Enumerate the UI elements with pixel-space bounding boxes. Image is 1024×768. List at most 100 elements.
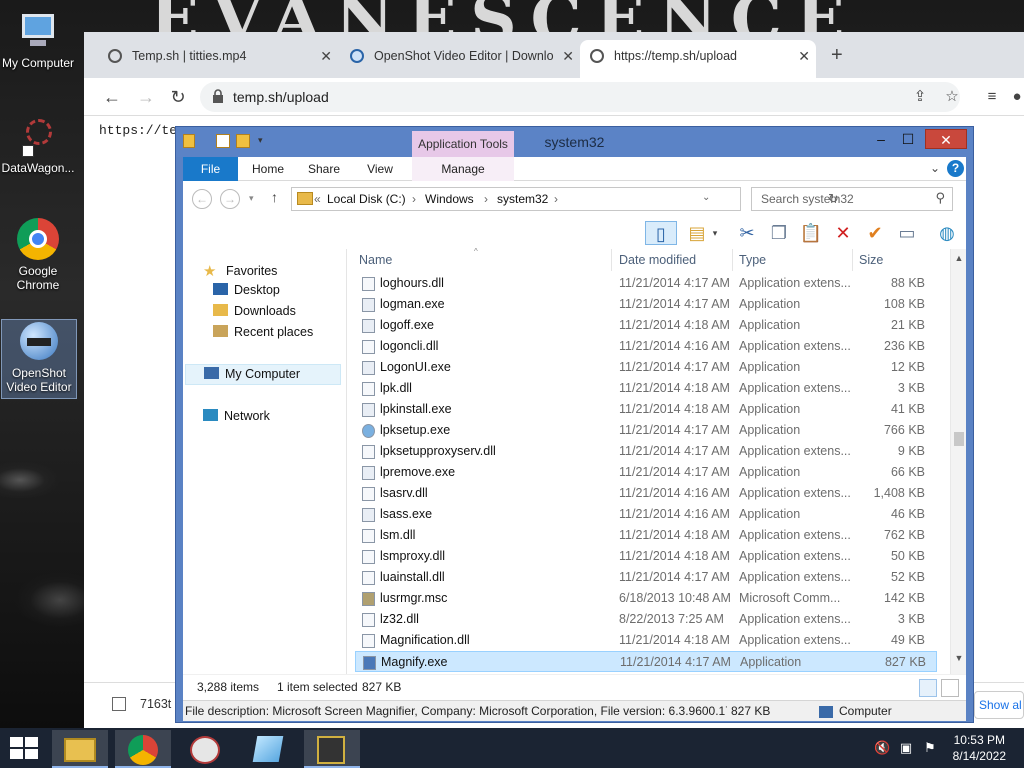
taskbar-chrome[interactable]	[115, 730, 171, 768]
globe-icon[interactable]: ◍	[935, 221, 959, 245]
checkmark-icon[interactable]: ✔	[863, 221, 887, 245]
new-tab-button[interactable]: +	[831, 44, 843, 67]
back-button[interactable]: ←	[98, 83, 126, 111]
file-row[interactable]: lsass.exe 11/21/2014 4:16 AM Application 46…	[355, 504, 937, 525]
scroll-up-icon[interactable]: ▲	[951, 253, 967, 263]
address-bar[interactable]: temp.sh/upload	[200, 82, 960, 112]
file-row-selected[interactable]: Magnify.exe 11/21/2014 4:17 AM Application…	[355, 651, 937, 672]
media-control-icon[interactable]: ≡	[982, 87, 1002, 107]
forward-icon[interactable]: →	[220, 189, 240, 209]
nav-network[interactable]: Network	[203, 409, 270, 423]
column-type[interactable]: Type	[739, 253, 766, 267]
file-row[interactable]: logoff.exe 11/21/2014 4:18 AM Application 2…	[355, 315, 937, 336]
network-icon[interactable]: ▣	[898, 740, 914, 756]
file-row[interactable]: Magnification.dll 11/21/2014 4:18 AM Appli…	[355, 630, 937, 651]
ribbon-tab-share[interactable]: Share	[299, 157, 349, 181]
delete-icon[interactable]: ✕	[831, 221, 855, 245]
taskbar-app[interactable]	[178, 730, 234, 768]
file-row[interactable]: lsm.dll 11/21/2014 4:18 AM Application ext…	[355, 525, 937, 546]
column-divider[interactable]	[732, 249, 733, 271]
nav-downloads[interactable]: Downloads	[213, 304, 296, 318]
desktop-icon-datawagon[interactable]: DataWagon...	[0, 115, 76, 175]
up-icon[interactable]: ↑	[271, 189, 278, 205]
recent-locations-icon[interactable]: ▾	[249, 193, 254, 204]
column-name[interactable]: Name	[359, 253, 392, 267]
ribbon-tab-view[interactable]: View	[355, 157, 405, 181]
nav-my-computer[interactable]: My Computer	[185, 364, 341, 385]
address-dropdown-icon[interactable]: ⌄	[702, 192, 710, 203]
paste-icon[interactable]: 📋	[799, 221, 823, 245]
expand-ribbon-icon[interactable]: ⌄	[930, 161, 940, 175]
tab-temp-sh-upload[interactable]: https://temp.sh/upload ✕	[580, 40, 816, 78]
scroll-down-icon[interactable]: ▼	[951, 653, 967, 663]
file-row[interactable]: LogonUI.exe 11/21/2014 4:17 AM Application…	[355, 357, 937, 378]
breadcrumb-separator[interactable]: ›	[412, 192, 416, 206]
taskbar-cmd[interactable]	[304, 730, 360, 768]
close-tab-icon[interactable]: ✕	[798, 40, 810, 72]
bookmark-star-icon[interactable]: ☆	[942, 87, 962, 107]
file-row[interactable]: luainstall.dll 11/21/2014 4:17 AM Applicat…	[355, 567, 937, 588]
back-icon[interactable]: ←	[192, 189, 212, 209]
preview-pane-icon[interactable]: ▯	[645, 221, 677, 245]
file-row[interactable]: logman.exe 11/21/2014 4:17 AM Application 1…	[355, 294, 937, 315]
file-row[interactable]: lusrmgr.msc 6/18/2013 10:48 AM Microsoft C…	[355, 588, 937, 609]
ribbon-tab-file[interactable]: File	[183, 157, 238, 181]
nav-favorites[interactable]: ★ Favorites	[203, 262, 277, 280]
breadcrumb-windows[interactable]: Windows	[425, 192, 474, 206]
volume-muted-icon[interactable]: 🔇	[874, 740, 890, 756]
close-tab-icon[interactable]: ✕	[320, 40, 332, 72]
column-date-modified[interactable]: Date modified	[619, 253, 696, 267]
vertical-scrollbar[interactable]: ▲ ▼	[950, 249, 966, 700]
ribbon-tab-home[interactable]: Home	[243, 157, 293, 181]
file-row[interactable]: lpremove.exe 11/21/2014 4:17 AM Applicatio…	[355, 462, 937, 483]
maximize-button[interactable]: ☐	[898, 129, 918, 149]
file-row[interactable]: lpkinstall.exe 11/21/2014 4:18 AM Applicat…	[355, 399, 937, 420]
ribbon-tab-manage[interactable]: Manage	[412, 157, 514, 181]
file-row[interactable]: lpk.dll 11/21/2014 4:18 AM Application ext…	[355, 378, 937, 399]
tab-temp-sh-video[interactable]: Temp.sh | titties.mp4 ✕	[98, 40, 338, 78]
scrollbar-thumb[interactable]	[954, 432, 964, 446]
breadcrumb-separator[interactable]: ›	[484, 192, 488, 206]
nav-recent-places[interactable]: Recent places	[213, 325, 313, 339]
desktop-icon-google-chrome[interactable]: Google Chrome	[0, 218, 76, 292]
file-row[interactable]: lsmproxy.dll 11/21/2014 4:18 AM Applicatio…	[355, 546, 937, 567]
breadcrumb-system32[interactable]: system32	[497, 192, 548, 206]
reload-button[interactable]: ↻	[164, 83, 192, 111]
profile-icon[interactable]: ●	[1010, 87, 1024, 107]
close-button[interactable]: ✕	[925, 129, 967, 149]
file-row[interactable]: lpksetup.exe 11/21/2014 4:17 AM Applicatio…	[355, 420, 937, 441]
column-size[interactable]: Size	[859, 253, 883, 267]
file-row[interactable]: lsasrv.dll 11/21/2014 4:16 AM Application …	[355, 483, 937, 504]
share-icon[interactable]: ⇪	[910, 87, 930, 107]
rename-icon[interactable]: ▭	[895, 221, 919, 245]
desktop-icon-openshot[interactable]: OpenShot Video Editor	[1, 319, 77, 399]
clock[interactable]: 10:53 PM 8/14/2022	[953, 732, 1006, 764]
address-path-box[interactable]: « Local Disk (C:) › Windows › system32 ›…	[291, 187, 839, 211]
search-box[interactable]: Search system32 ⚲	[751, 187, 953, 211]
download-item-name[interactable]: 7163t	[140, 697, 171, 711]
title-bar[interactable]: ▾ Application Tools system32 – ☐ ✕	[176, 127, 973, 157]
details-view-button[interactable]	[919, 679, 937, 697]
nav-desktop[interactable]: Desktop	[213, 283, 280, 297]
close-tab-icon[interactable]: ✕	[562, 40, 574, 72]
file-row[interactable]: lz32.dll 8/22/2013 7:25 AM Application ext…	[355, 609, 937, 630]
action-center-icon[interactable]: ⚑	[922, 740, 938, 756]
tab-openshot-download[interactable]: OpenShot Video Editor | Downlo ✕	[340, 40, 580, 78]
help-icon[interactable]: ?	[947, 160, 964, 177]
dropdown-icon[interactable]: ▾	[709, 221, 721, 245]
desktop-icon-my-computer[interactable]: My Computer	[0, 10, 76, 70]
properties-folder-icon[interactable]: ▤	[685, 221, 709, 245]
overflow-chevron[interactable]: «	[314, 192, 321, 206]
breadcrumb-local-disk[interactable]: Local Disk (C:)	[327, 192, 406, 206]
column-divider[interactable]	[611, 249, 612, 271]
column-divider[interactable]	[852, 249, 853, 271]
start-button[interactable]	[8, 736, 40, 760]
breadcrumb-separator[interactable]: ›	[554, 192, 558, 206]
minimize-button[interactable]: –	[871, 129, 891, 149]
file-row[interactable]: lpksetupproxyserv.dll 11/21/2014 4:17 AM A…	[355, 441, 937, 462]
show-all-downloads-button[interactable]: Show al	[974, 691, 1024, 719]
large-icons-view-button[interactable]	[941, 679, 959, 697]
taskbar-file-explorer[interactable]	[52, 730, 108, 768]
file-row[interactable]: loghours.dll 11/21/2014 4:17 AM Applicatio…	[355, 273, 937, 294]
copy-icon[interactable]: ❐	[767, 221, 791, 245]
